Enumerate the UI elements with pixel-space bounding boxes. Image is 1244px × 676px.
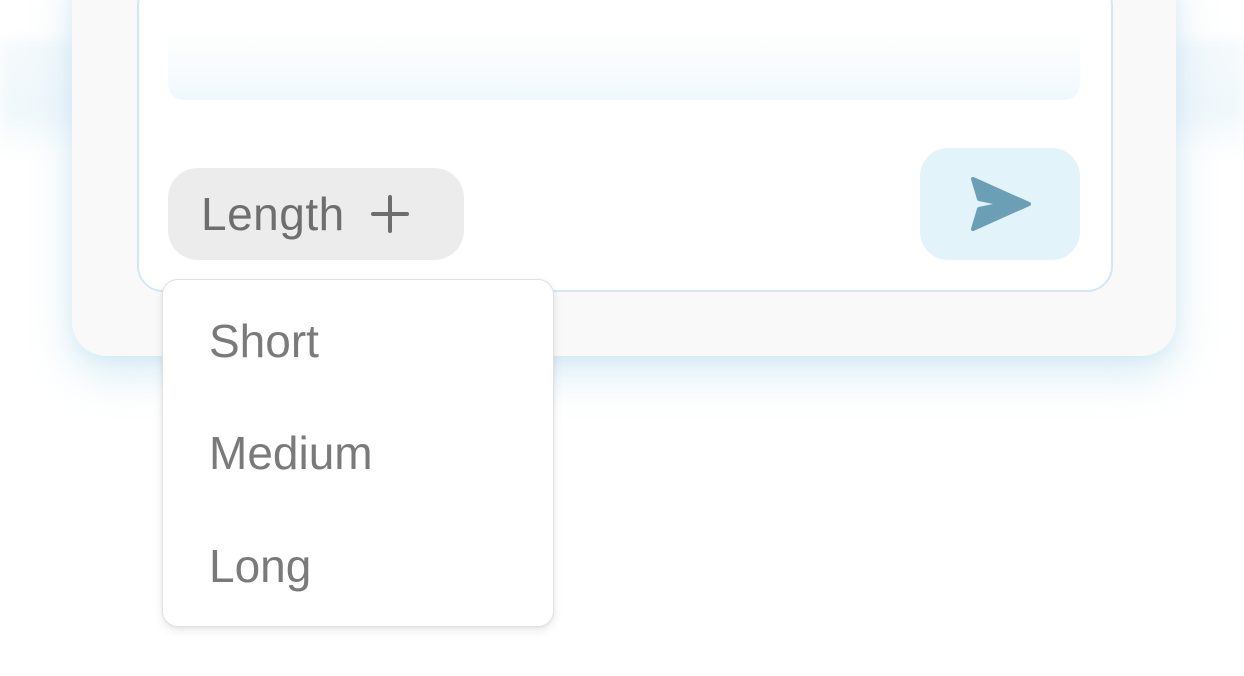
length-dropdown-menu: Short Medium Long xyxy=(162,279,554,627)
send-icon xyxy=(969,176,1031,232)
length-button-label: Length xyxy=(201,188,345,240)
length-option-long[interactable]: Long xyxy=(209,536,311,596)
length-option-short[interactable]: Short xyxy=(209,311,319,371)
send-button[interactable] xyxy=(920,148,1080,260)
length-option-medium[interactable]: Medium xyxy=(209,423,373,483)
plus-icon xyxy=(370,195,409,233)
message-input-area[interactable] xyxy=(168,30,1080,100)
length-button[interactable]: Length xyxy=(168,168,464,260)
